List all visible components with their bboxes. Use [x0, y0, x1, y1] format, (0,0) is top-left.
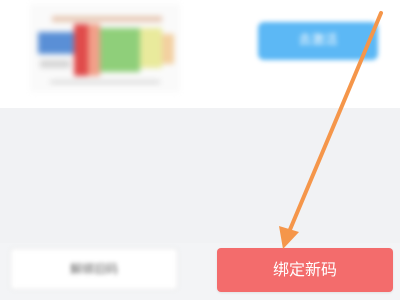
unbind-old-code-button[interactable]: 解绑旧码: [10, 248, 178, 290]
code-thumbnail-image: [30, 4, 180, 92]
content-area: [0, 108, 400, 243]
activate-button[interactable]: 去激活: [258, 22, 378, 60]
code-card: 去激活: [0, 0, 400, 108]
bind-new-code-button[interactable]: 绑定新码: [217, 248, 393, 292]
